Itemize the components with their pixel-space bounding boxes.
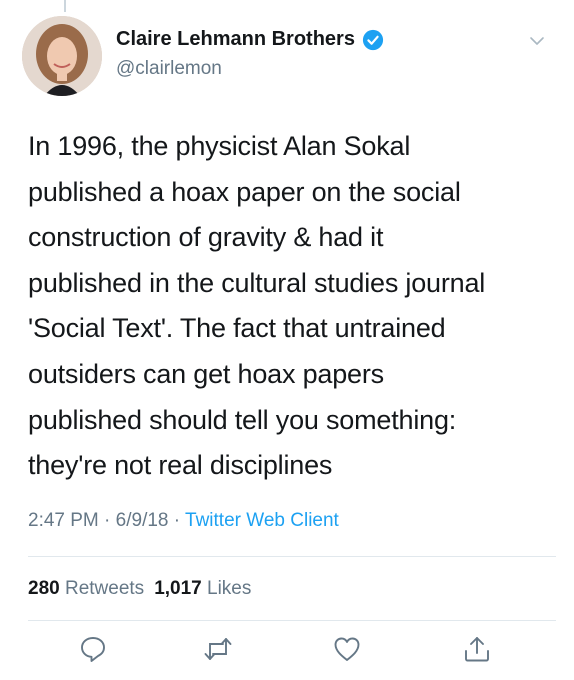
retweet-button[interactable]: [203, 634, 233, 664]
meta-separator: ·: [104, 510, 111, 531]
likes-stat[interactable]: 1,017 Likes: [154, 578, 251, 599]
likes-label: Likes: [207, 578, 252, 599]
retweet-icon: [204, 638, 232, 660]
verified-badge-icon: [362, 29, 384, 50]
tweet-detail: Claire Lehmann Brothers @clairlemon In 1…: [0, 0, 574, 680]
share-button[interactable]: [462, 634, 492, 664]
divider: [28, 556, 556, 557]
divider: [28, 620, 556, 621]
retweets-label: Retweets: [64, 578, 145, 599]
retweets-stat[interactable]: 280 Retweets: [28, 578, 144, 599]
tweet-text: In 1996, the physicist Alan Sokal publis…: [28, 131, 486, 481]
action-bar: [0, 634, 574, 674]
tweet-time[interactable]: 2:47 PM: [28, 510, 99, 531]
avatar[interactable]: [22, 16, 102, 96]
user-handle[interactable]: @clairlemon: [116, 58, 222, 80]
retweets-count: 280: [28, 578, 60, 599]
author-name-row[interactable]: Claire Lehmann Brothers: [116, 28, 384, 51]
reply-button[interactable]: [78, 634, 108, 664]
heart-icon: [334, 637, 360, 661]
tweet-client-link[interactable]: Twitter Web Client: [185, 510, 339, 531]
share-icon: [465, 637, 489, 662]
reply-icon: [81, 637, 105, 662]
tweet-metadata: 2:47 PM · 6/9/18 · Twitter Web Client: [28, 510, 339, 532]
display-name[interactable]: Claire Lehmann Brothers: [116, 28, 355, 51]
meta-separator: ·: [173, 510, 181, 531]
engagement-stats: 280 Retweets 1,017 Likes: [28, 578, 251, 600]
likes-count: 1,017: [154, 578, 202, 599]
chevron-down-icon[interactable]: [528, 32, 546, 50]
like-button[interactable]: [332, 634, 362, 664]
tweet-date[interactable]: 6/9/18: [116, 510, 169, 531]
thread-connector-line: [64, 0, 66, 12]
